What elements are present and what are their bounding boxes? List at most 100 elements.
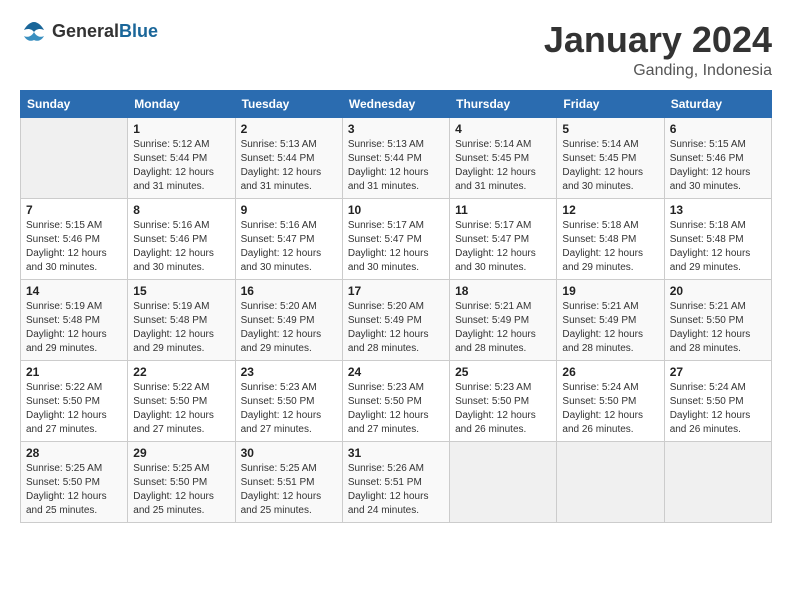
day-number: 7 (26, 203, 122, 217)
day-number: 3 (348, 122, 444, 136)
day-number: 12 (562, 203, 658, 217)
day-number: 11 (455, 203, 551, 217)
day-number: 18 (455, 284, 551, 298)
day-info: Sunrise: 5:20 AMSunset: 5:49 PMDaylight:… (348, 300, 444, 356)
table-cell (557, 441, 664, 522)
logo-bird-icon (20, 20, 48, 42)
table-cell: 8 Sunrise: 5:16 AMSunset: 5:46 PMDaylight… (128, 198, 235, 279)
table-cell: 1 Sunrise: 5:12 AMSunset: 5:44 PMDaylight… (128, 117, 235, 198)
table-cell: 17 Sunrise: 5:20 AMSunset: 5:49 PMDayligh… (342, 279, 449, 360)
day-number: 5 (562, 122, 658, 136)
month-year-title: January 2024 (544, 20, 772, 60)
day-number: 29 (133, 446, 229, 460)
day-info: Sunrise: 5:21 AMSunset: 5:49 PMDaylight:… (455, 300, 551, 356)
day-info: Sunrise: 5:22 AMSunset: 5:50 PMDaylight:… (26, 381, 122, 437)
header-saturday: Saturday (664, 90, 771, 117)
logo-text: GeneralBlue (52, 21, 158, 42)
day-info: Sunrise: 5:26 AMSunset: 5:51 PMDaylight:… (348, 462, 444, 518)
table-cell: 29Sunrise: 5:25 AMSunset: 5:50 PMDayligh… (128, 441, 235, 522)
table-cell: 12 Sunrise: 5:18 AMSunset: 5:48 PMDayligh… (557, 198, 664, 279)
table-cell: 18 Sunrise: 5:21 AMSunset: 5:49 PMDayligh… (450, 279, 557, 360)
day-info: Sunrise: 5:24 AMSunset: 5:50 PMDaylight:… (562, 381, 658, 437)
day-number: 26 (562, 365, 658, 379)
table-cell: 26 Sunrise: 5:24 AMSunset: 5:50 PMDayligh… (557, 360, 664, 441)
table-cell: 13 Sunrise: 5:18 AMSunset: 5:48 PMDayligh… (664, 198, 771, 279)
table-cell: 22Sunrise: 5:22 AMSunset: 5:50 PMDayligh… (128, 360, 235, 441)
table-cell: 3 Sunrise: 5:13 AMSunset: 5:44 PMDaylight… (342, 117, 449, 198)
day-info: Sunrise: 5:18 AMSunset: 5:48 PMDaylight:… (562, 219, 658, 275)
day-number: 17 (348, 284, 444, 298)
day-info: Sunrise: 5:23 AMSunset: 5:50 PMDaylight:… (348, 381, 444, 437)
table-cell: 11 Sunrise: 5:17 AMSunset: 5:47 PMDayligh… (450, 198, 557, 279)
title-section: January 2024 Ganding, Indonesia (544, 20, 772, 80)
day-info: Sunrise: 5:13 AMSunset: 5:44 PMDaylight:… (348, 138, 444, 194)
day-info: Sunrise: 5:13 AMSunset: 5:44 PMDaylight:… (241, 138, 337, 194)
day-info: Sunrise: 5:21 AMSunset: 5:49 PMDaylight:… (562, 300, 658, 356)
header-wednesday: Wednesday (342, 90, 449, 117)
table-cell: 27Sunrise: 5:24 AMSunset: 5:50 PMDayligh… (664, 360, 771, 441)
day-number: 1 (133, 122, 229, 136)
day-number: 21 (26, 365, 122, 379)
day-info: Sunrise: 5:19 AMSunset: 5:48 PMDaylight:… (133, 300, 229, 356)
week-row-4: 21 Sunrise: 5:22 AMSunset: 5:50 PMDayligh… (21, 360, 772, 441)
day-info: Sunrise: 5:15 AMSunset: 5:46 PMDaylight:… (26, 219, 122, 275)
day-info: Sunrise: 5:18 AMSunset: 5:48 PMDaylight:… (670, 219, 766, 275)
day-number: 24 (348, 365, 444, 379)
table-cell: 19 Sunrise: 5:21 AMSunset: 5:49 PMDayligh… (557, 279, 664, 360)
table-cell: 24 Sunrise: 5:23 AMSunset: 5:50 PMDayligh… (342, 360, 449, 441)
table-cell: 6 Sunrise: 5:15 AMSunset: 5:46 PMDaylight… (664, 117, 771, 198)
week-row-3: 14 Sunrise: 5:19 AMSunset: 5:48 PMDayligh… (21, 279, 772, 360)
day-number: 30 (241, 446, 337, 460)
day-info: Sunrise: 5:16 AMSunset: 5:47 PMDaylight:… (241, 219, 337, 275)
day-number: 15 (133, 284, 229, 298)
day-number: 16 (241, 284, 337, 298)
day-number: 25 (455, 365, 551, 379)
header-monday: Monday (128, 90, 235, 117)
day-info: Sunrise: 5:20 AMSunset: 5:49 PMDaylight:… (241, 300, 337, 356)
day-number: 23 (241, 365, 337, 379)
day-number: 20 (670, 284, 766, 298)
table-cell: 21 Sunrise: 5:22 AMSunset: 5:50 PMDayligh… (21, 360, 128, 441)
week-row-1: 1 Sunrise: 5:12 AMSunset: 5:44 PMDaylight… (21, 117, 772, 198)
table-cell: 23 Sunrise: 5:23 AMSunset: 5:50 PMDayligh… (235, 360, 342, 441)
header-sunday: Sunday (21, 90, 128, 117)
day-info: Sunrise: 5:21 AMSunset: 5:50 PMDaylight:… (670, 300, 766, 356)
week-row-5: 28 Sunrise: 5:25 AMSunset: 5:50 PMDayligh… (21, 441, 772, 522)
day-number: 28 (26, 446, 122, 460)
table-cell: 25Sunrise: 5:23 AMSunset: 5:50 PMDayligh… (450, 360, 557, 441)
day-info: Sunrise: 5:25 AMSunset: 5:50 PMDaylight:… (26, 462, 122, 518)
table-cell: 31Sunrise: 5:26 AMSunset: 5:51 PMDayligh… (342, 441, 449, 522)
table-cell: 5 Sunrise: 5:14 AMSunset: 5:45 PMDaylight… (557, 117, 664, 198)
day-info: Sunrise: 5:16 AMSunset: 5:46 PMDaylight:… (133, 219, 229, 275)
table-cell: 30 Sunrise: 5:25 AMSunset: 5:51 PMDayligh… (235, 441, 342, 522)
calendar-header-row: SundayMondayTuesdayWednesdayThursdayFrid… (21, 90, 772, 117)
day-info: Sunrise: 5:17 AMSunset: 5:47 PMDaylight:… (455, 219, 551, 275)
day-number: 8 (133, 203, 229, 217)
calendar-table: SundayMondayTuesdayWednesdayThursdayFrid… (20, 90, 772, 523)
day-number: 9 (241, 203, 337, 217)
table-cell: 14Sunrise: 5:19 AMSunset: 5:48 PMDayligh… (21, 279, 128, 360)
day-number: 2 (241, 122, 337, 136)
day-info: Sunrise: 5:12 AMSunset: 5:44 PMDaylight:… (133, 138, 229, 194)
day-info: Sunrise: 5:22 AMSunset: 5:50 PMDaylight:… (133, 381, 229, 437)
day-number: 14 (26, 284, 122, 298)
day-info: Sunrise: 5:14 AMSunset: 5:45 PMDaylight:… (562, 138, 658, 194)
day-info: Sunrise: 5:23 AMSunset: 5:50 PMDaylight:… (241, 381, 337, 437)
table-cell: 2 Sunrise: 5:13 AMSunset: 5:44 PMDaylight… (235, 117, 342, 198)
logo: GeneralBlue (20, 20, 158, 42)
day-info: Sunrise: 5:25 AMSunset: 5:51 PMDaylight:… (241, 462, 337, 518)
header-tuesday: Tuesday (235, 90, 342, 117)
header-friday: Friday (557, 90, 664, 117)
header-thursday: Thursday (450, 90, 557, 117)
page-header: GeneralBlue January 2024 Ganding, Indone… (20, 20, 772, 80)
table-cell: 16 Sunrise: 5:20 AMSunset: 5:49 PMDayligh… (235, 279, 342, 360)
table-cell: 10Sunrise: 5:17 AMSunset: 5:47 PMDayligh… (342, 198, 449, 279)
location-subtitle: Ganding, Indonesia (544, 62, 772, 80)
table-cell (664, 441, 771, 522)
day-info: Sunrise: 5:15 AMSunset: 5:46 PMDaylight:… (670, 138, 766, 194)
day-number: 19 (562, 284, 658, 298)
table-cell: 15 Sunrise: 5:19 AMSunset: 5:48 PMDayligh… (128, 279, 235, 360)
day-number: 6 (670, 122, 766, 136)
week-row-2: 7 Sunrise: 5:15 AMSunset: 5:46 PMDaylight… (21, 198, 772, 279)
day-number: 13 (670, 203, 766, 217)
